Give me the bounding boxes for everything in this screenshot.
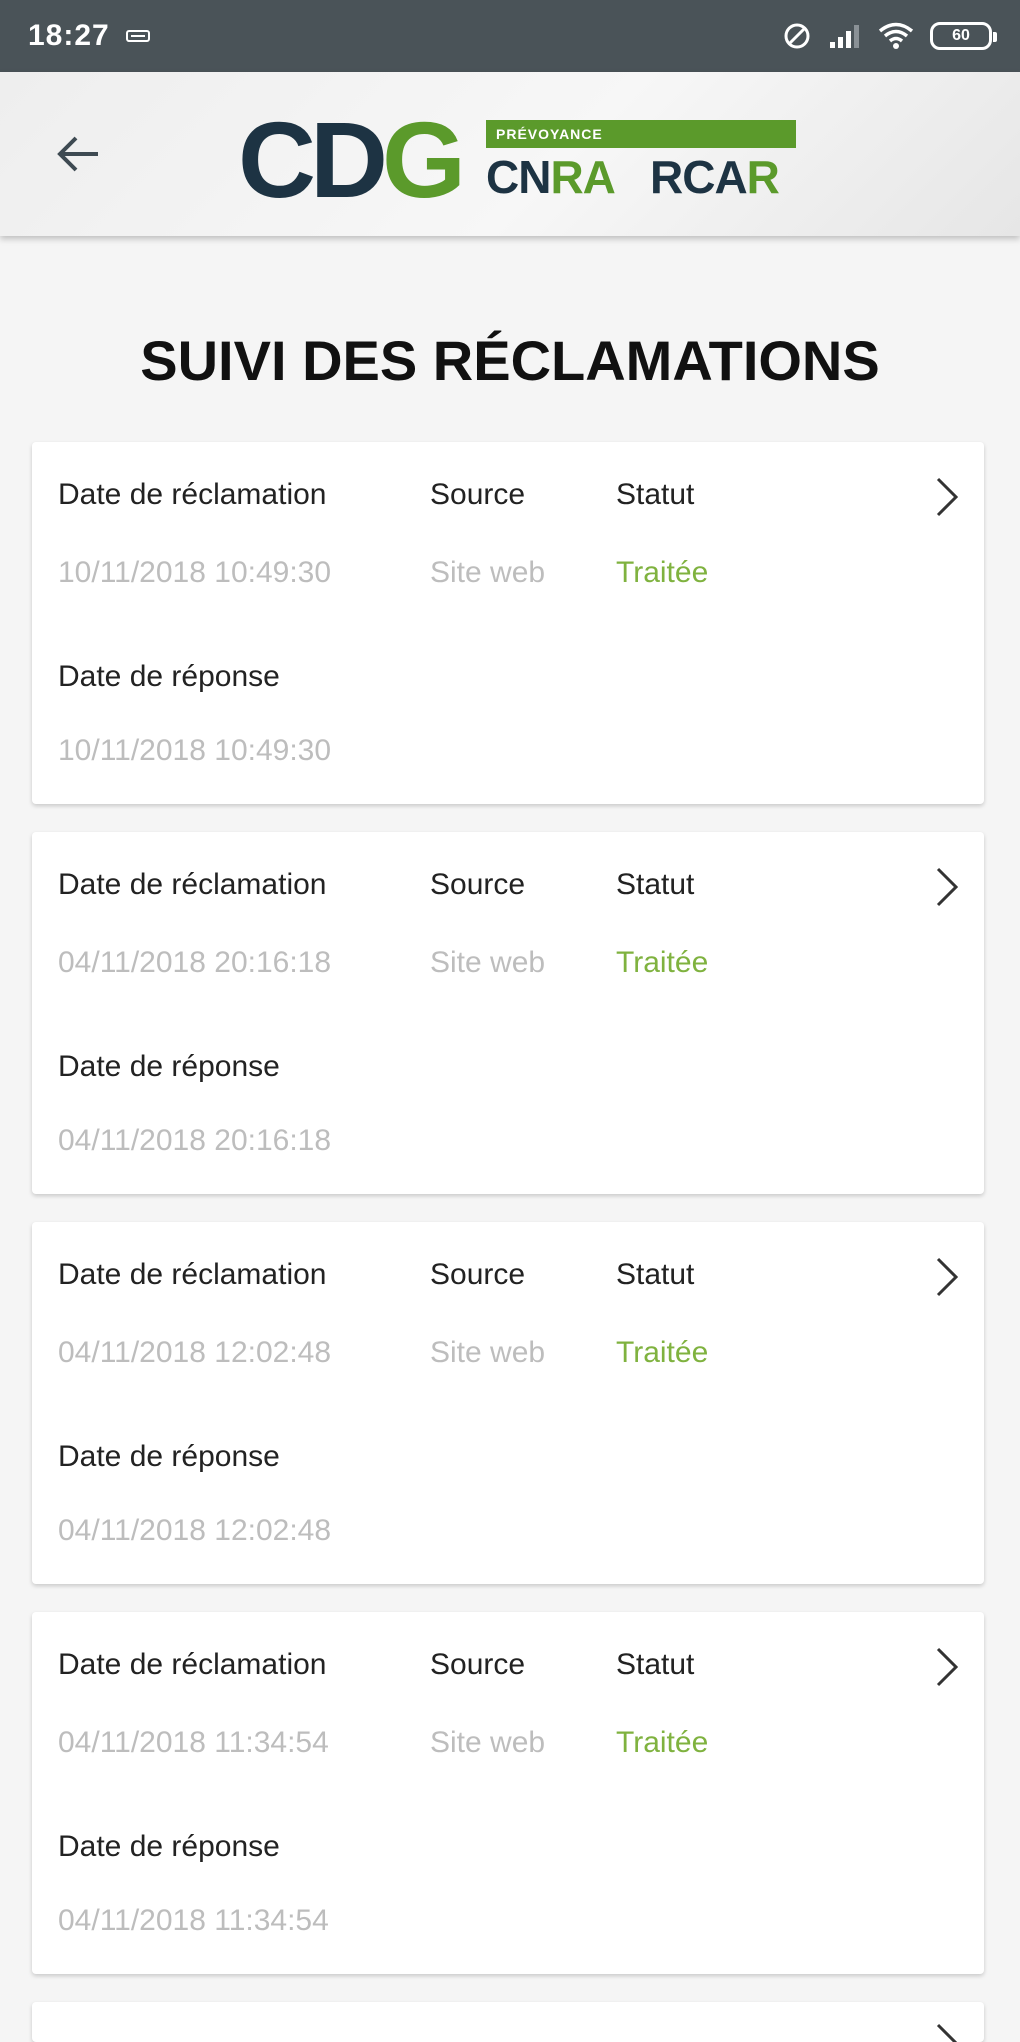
label-source: Source	[430, 868, 526, 901]
label-date-reclamation: Date de réclamation	[58, 1648, 327, 1681]
page-title: SUIVI DES RÉCLAMATIONS	[140, 329, 880, 392]
value-date-reponse: 04/11/2018 20:16:18	[58, 1124, 332, 1157]
value-source: Site web	[430, 946, 546, 979]
value-source: Site web	[430, 1336, 546, 1369]
logo-cnra: CNRA	[486, 151, 616, 203]
reclamation-card[interactable]: Date de réclamation Source Statut 10/11/…	[32, 442, 984, 804]
reclamation-card-partial[interactable]	[32, 2002, 984, 2042]
label-statut: Statut	[616, 478, 695, 511]
label-source: Source	[430, 1648, 526, 1681]
value-date-reponse: 04/11/2018 11:34:54	[58, 1904, 329, 1937]
chevron-right-icon[interactable]	[922, 1642, 972, 1692]
value-source: Site web	[430, 556, 546, 589]
arrow-left-icon	[57, 136, 98, 172]
reclamation-card[interactable]: Date de réclamation Source Statut 04/11/…	[32, 1222, 984, 1584]
value-date-reponse: 04/11/2018 12:02:48	[58, 1514, 332, 1547]
app-header: CDG PRÉVOYANCE CNRA RCAR	[0, 72, 1020, 236]
label-date-reponse: Date de réponse	[58, 1440, 280, 1473]
value-date-reclamation: 04/11/2018 20:16:18	[58, 946, 332, 979]
value-date-reponse: 10/11/2018 10:49:30	[58, 734, 332, 767]
label-statut: Statut	[616, 1648, 695, 1681]
cdg-logo: CDG PRÉVOYANCE CNRA RCAR	[238, 106, 798, 216]
value-statut: Traitée	[616, 1336, 709, 1369]
reclamation-card[interactable]: Date de réclamation Source Statut 04/11/…	[32, 832, 984, 1194]
status-time: 18:27	[28, 19, 110, 52]
label-date-reponse: Date de réponse	[58, 1830, 280, 1863]
chevron-right-icon[interactable]	[922, 862, 972, 912]
wifi-icon	[878, 22, 914, 50]
message-icon	[125, 28, 150, 44]
label-date-reponse: Date de réponse	[58, 1050, 280, 1083]
chevron-right-icon[interactable]	[922, 2018, 972, 2042]
value-source: Site web	[430, 1726, 546, 1759]
battery-icon: 60	[930, 22, 997, 50]
label-statut: Statut	[616, 868, 695, 901]
label-date-reponse: Date de réponse	[58, 660, 280, 693]
alarm-icon	[782, 21, 812, 51]
chevron-right-icon[interactable]	[922, 1252, 972, 1302]
value-statut: Traitée	[616, 946, 709, 979]
value-statut: Traitée	[616, 1726, 709, 1759]
logo-banner: PRÉVOYANCE	[486, 120, 796, 148]
label-date-reclamation: Date de réclamation	[58, 1258, 327, 1291]
label-source: Source	[430, 1258, 526, 1291]
back-button[interactable]	[46, 122, 110, 186]
value-date-reclamation: 10/11/2018 10:49:30	[58, 556, 332, 589]
label-source: Source	[430, 478, 526, 511]
signal-icon	[828, 22, 862, 50]
reclamation-card[interactable]: Date de réclamation Source Statut 04/11/…	[32, 1612, 984, 1974]
value-date-reclamation: 04/11/2018 11:34:54	[58, 1726, 329, 1759]
label-date-reclamation: Date de réclamation	[58, 478, 327, 511]
chevron-right-icon[interactable]	[922, 472, 972, 522]
logo-rcar: RCAR	[650, 151, 780, 203]
logo-cdg-text: CDG	[238, 99, 466, 220]
value-statut: Traitée	[616, 556, 709, 589]
status-bar: 18:27 60	[0, 0, 1020, 72]
label-date-reclamation: Date de réclamation	[58, 868, 327, 901]
label-statut: Statut	[616, 1258, 695, 1291]
value-date-reclamation: 04/11/2018 12:02:48	[58, 1336, 332, 1369]
